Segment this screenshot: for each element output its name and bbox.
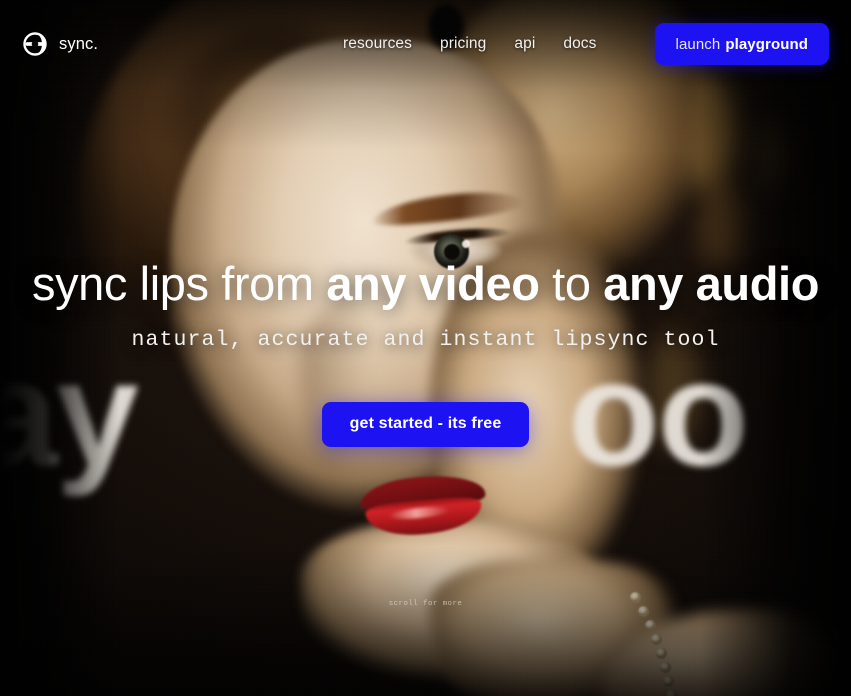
nav-link-pricing[interactable]: pricing — [440, 35, 486, 53]
brand-name: sync. — [59, 35, 98, 54]
site-header: sync. resources pricing api docs launch … — [0, 0, 851, 88]
hero-subheadline: natural, accurate and instant lipsync to… — [131, 328, 719, 352]
get-started-button[interactable]: get started - its free — [322, 402, 530, 447]
launch-playground-label-bold: playground — [725, 36, 808, 53]
page-root: ay oo sync. resources pricing ap — [0, 0, 851, 696]
nav-link-docs[interactable]: docs — [563, 35, 596, 53]
nav-link-api[interactable]: api — [514, 35, 535, 53]
headline-part-4: any audio — [603, 257, 819, 310]
headline-part-1: sync lips from — [32, 257, 326, 310]
sync-circle-logo-icon — [22, 31, 48, 57]
brand-logo[interactable]: sync. — [22, 31, 98, 57]
scroll-hint-label: scroll for more — [389, 600, 463, 608]
primary-navigation: resources pricing api docs launch playgr… — [343, 23, 829, 65]
launch-playground-button[interactable]: launch playground — [655, 23, 829, 65]
headline-part-3: to — [540, 257, 604, 310]
launch-playground-label-light: launch — [676, 36, 721, 53]
headline-part-2: any video — [326, 257, 539, 310]
nav-link-resources[interactable]: resources — [343, 35, 412, 53]
page-title: sync lips from any video to any audio — [32, 258, 819, 311]
